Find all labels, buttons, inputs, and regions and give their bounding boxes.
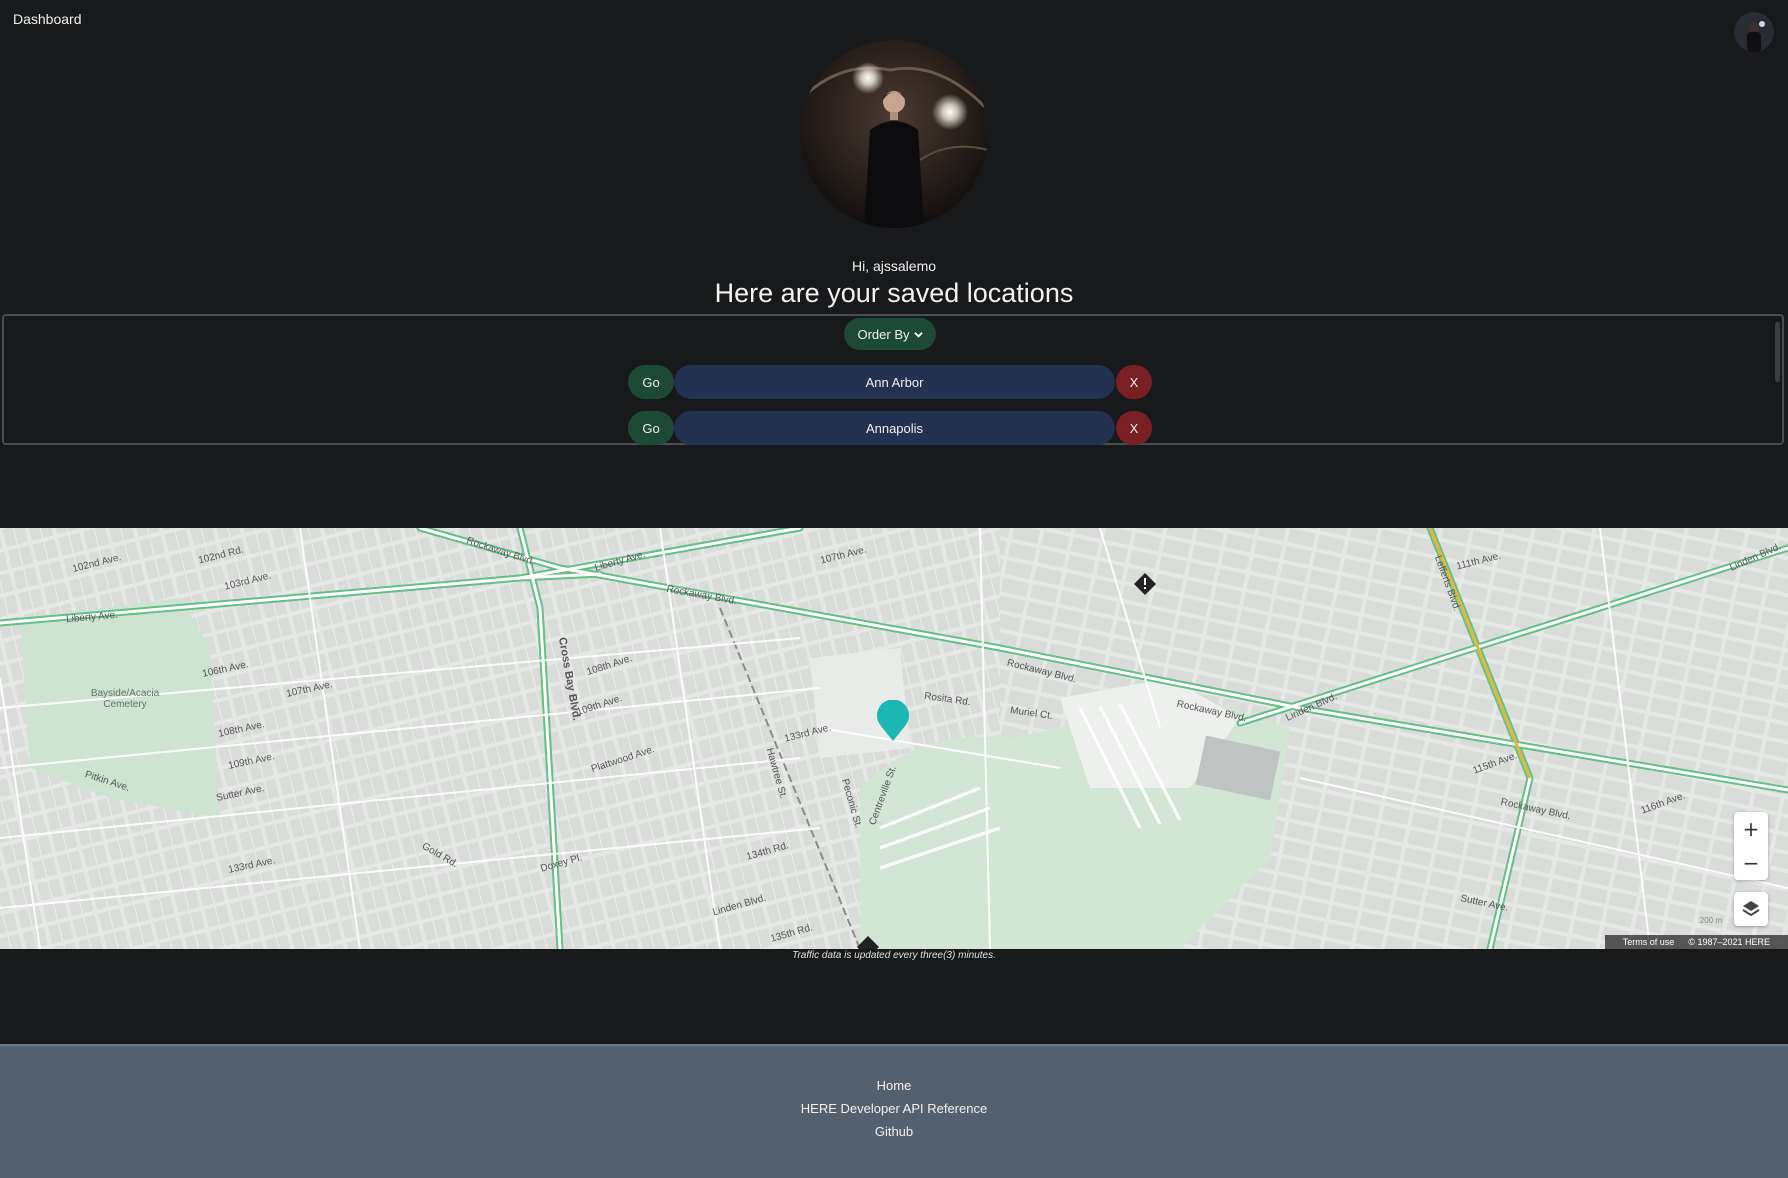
map-scale-label: 200 m — [1699, 916, 1722, 925]
map-attribution-bar: Terms of use © 1987–2021 HERE — [1604, 935, 1788, 949]
location-pin-icon[interactable] — [875, 700, 911, 742]
go-button[interactable]: Go — [628, 365, 674, 399]
order-by-label: Order By — [857, 326, 910, 342]
footer-link-github[interactable]: Github — [0, 1124, 1788, 1139]
zoom-out-button[interactable]: − — [1734, 846, 1768, 880]
user-avatar[interactable] — [1734, 12, 1774, 52]
panel-scrollbar[interactable] — [1775, 322, 1780, 382]
avatar-photo — [1734, 12, 1774, 52]
terms-of-use-link[interactable]: Terms of use — [1623, 937, 1675, 947]
map-view[interactable]: 102nd Ave. 102nd Rd. 103rd Ave. Liberty … — [0, 528, 1788, 949]
footer-link-home[interactable]: Home — [0, 1078, 1788, 1093]
map-layers-button[interactable] — [1734, 892, 1768, 926]
traffic-note: Traffic data is updated every three(3) m… — [792, 950, 996, 961]
zoom-control: + − — [1734, 812, 1768, 880]
zoom-in-button[interactable]: + — [1734, 812, 1768, 846]
layers-icon — [1742, 901, 1760, 917]
park-label: Bayside/Acacia Cemetery — [90, 688, 160, 710]
page-title: Here are your saved locations — [714, 278, 1074, 308]
location-row: Go Ann Arbor X — [628, 365, 1153, 399]
greeting-text: Hi, ajssalemo — [851, 258, 937, 274]
delete-location-button[interactable]: X — [1116, 365, 1152, 399]
location-name-button[interactable]: Ann Arbor — [674, 365, 1115, 399]
delete-location-button[interactable]: X — [1116, 411, 1152, 445]
location-name-button[interactable]: Annapolis — [674, 411, 1115, 445]
profile-photo — [800, 40, 988, 228]
order-by-dropdown[interactable]: Order By — [844, 318, 936, 350]
chevron-down-icon — [913, 331, 923, 338]
navbar-brand[interactable]: Dashboard — [13, 11, 82, 27]
go-button[interactable]: Go — [628, 411, 674, 445]
location-row: Go Annapolis X — [628, 411, 1153, 445]
footer-link-api-reference[interactable]: HERE Developer API Reference — [0, 1101, 1788, 1116]
map-copyright: © 1987–2021 HERE — [1688, 937, 1770, 947]
page-footer: Home HERE Developer API Reference Github — [0, 1044, 1788, 1178]
